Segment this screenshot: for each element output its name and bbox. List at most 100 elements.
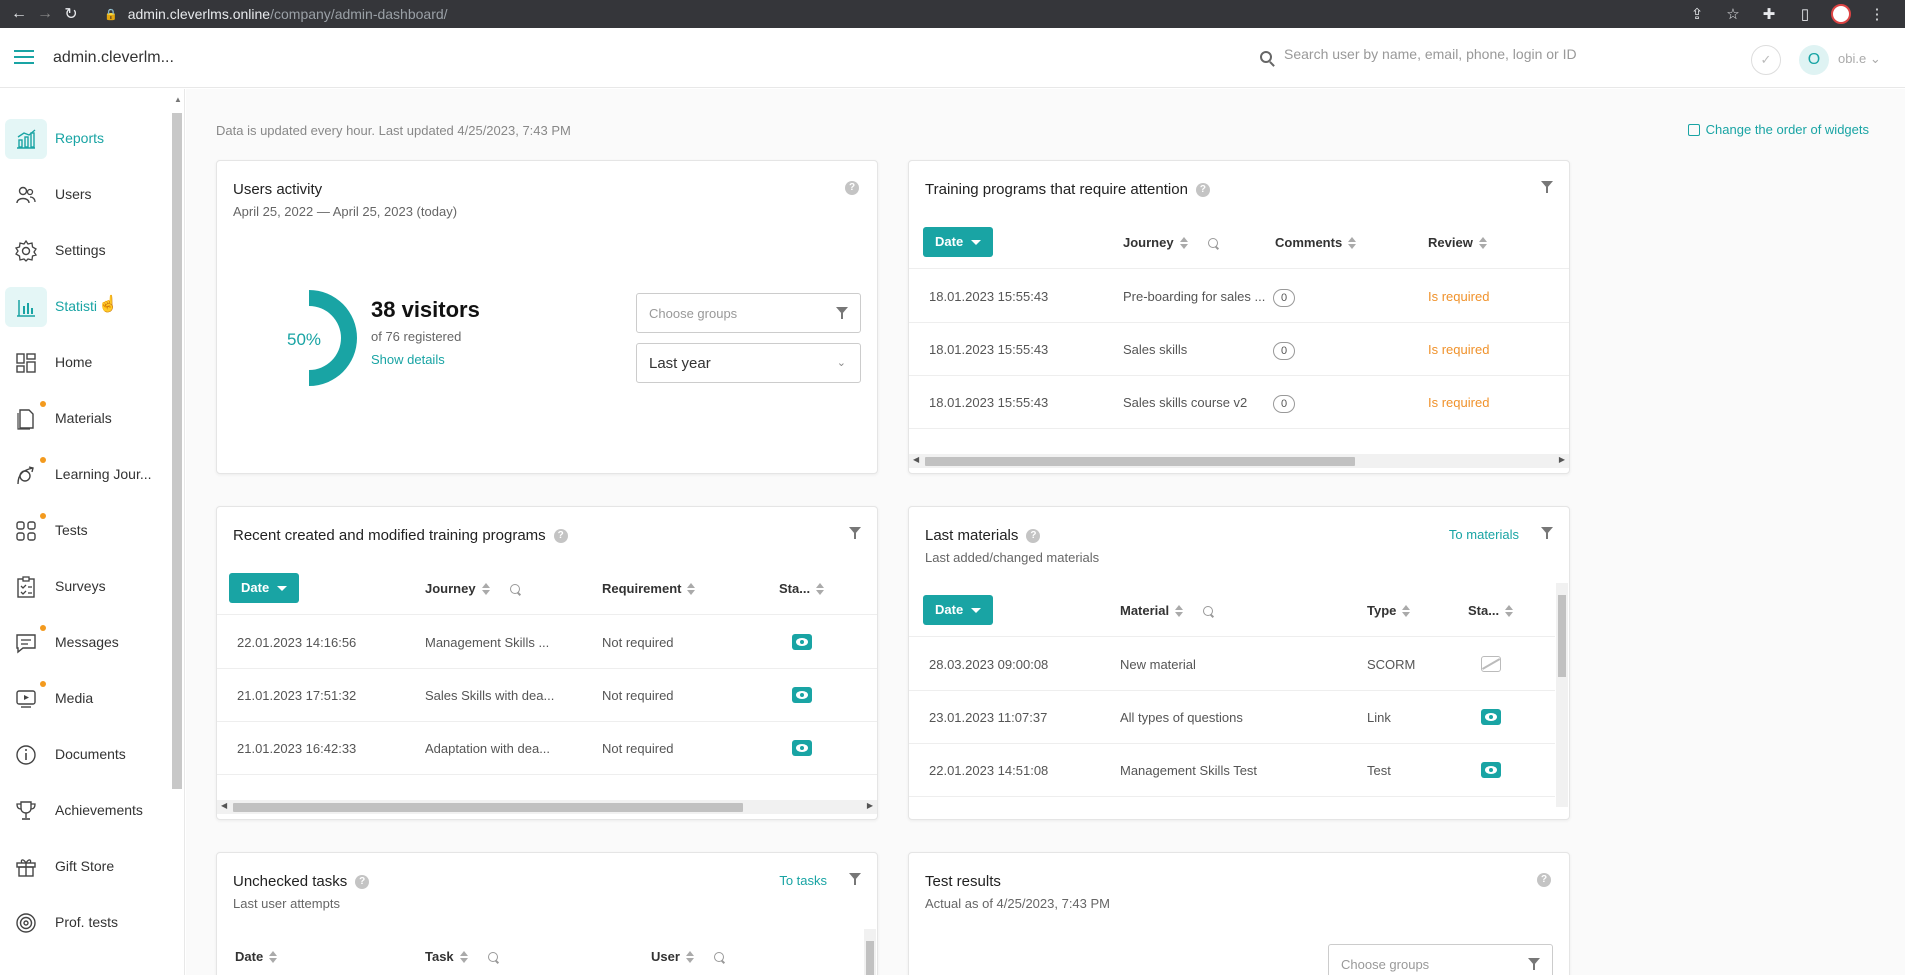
sidebar-item-documents[interactable]: Documents: [0, 732, 170, 778]
task-header[interactable]: Task: [425, 949, 498, 964]
date-sort-button[interactable]: Date: [229, 573, 300, 603]
date-header[interactable]: Date: [235, 949, 278, 964]
vertical-scrollbar[interactable]: [1556, 583, 1568, 807]
choose-groups-select[interactable]: Choose groups: [1328, 944, 1553, 975]
visible-eye-icon[interactable]: [792, 687, 812, 703]
sidebar-scrollbar[interactable]: [172, 113, 182, 789]
sort-icon[interactable]: [816, 582, 825, 595]
scrollbar-thumb[interactable]: [1558, 595, 1566, 677]
profile-avatar-icon[interactable]: [1831, 4, 1851, 24]
search-icon[interactable]: [509, 583, 520, 594]
help-icon[interactable]: ?: [1195, 182, 1210, 197]
search-input[interactable]: [1284, 46, 1584, 62]
filter-icon[interactable]: [1541, 181, 1553, 193]
sidebar-item-prof-tests[interactable]: Prof. tests: [0, 900, 170, 946]
visible-eye-icon[interactable]: [792, 634, 812, 650]
scroll-left-arrow-icon[interactable]: ◀: [913, 455, 919, 464]
type-header[interactable]: Type: [1367, 603, 1411, 618]
user-avatar[interactable]: O: [1799, 45, 1829, 75]
table-row[interactable]: 21.01.2023 17:51:32 Sales Skills with de…: [217, 669, 877, 722]
to-tasks-link[interactable]: To tasks: [779, 873, 827, 888]
help-icon[interactable]: ?: [355, 874, 370, 889]
sort-icon[interactable]: [685, 950, 694, 963]
bookmark-star-icon[interactable]: ☆: [1723, 5, 1743, 23]
help-icon[interactable]: ?: [1026, 528, 1041, 543]
menu-dots-icon[interactable]: ⋮: [1867, 5, 1887, 23]
scrollbar-thumb[interactable]: [233, 803, 743, 812]
comments-header[interactable]: Comments: [1275, 235, 1357, 250]
table-row[interactable]: 18.01.2023 15:55:43 Sales skills 0 Is re…: [909, 323, 1569, 376]
reload-icon[interactable]: ↻: [58, 4, 84, 24]
sidebar-panel-icon[interactable]: ▯: [1795, 5, 1815, 23]
sidebar-item-messages[interactable]: Messages: [0, 620, 170, 666]
journey-header[interactable]: Journey: [425, 581, 520, 596]
sort-icon[interactable]: [1348, 236, 1357, 249]
material-header[interactable]: Material: [1120, 603, 1214, 618]
search-icon[interactable]: [487, 951, 498, 962]
search-icon[interactable]: [1207, 237, 1218, 248]
search-icon[interactable]: [713, 951, 724, 962]
sort-icon[interactable]: [1179, 236, 1188, 249]
sort-icon[interactable]: [687, 582, 696, 595]
user-header[interactable]: User: [651, 949, 724, 964]
sidebar-item-tests[interactable]: Tests: [0, 508, 170, 554]
sort-icon[interactable]: [1402, 604, 1411, 617]
sidebar-item-surveys[interactable]: Surveys: [0, 564, 170, 610]
sidebar-item-settings[interactable]: Settings: [0, 228, 170, 274]
visible-eye-icon[interactable]: [1481, 762, 1501, 778]
scroll-right-arrow-icon[interactable]: ▶: [1559, 455, 1565, 464]
extensions-puzzle-icon[interactable]: ✚: [1759, 5, 1779, 23]
visible-eye-icon[interactable]: [1481, 709, 1501, 725]
sort-icon[interactable]: [481, 582, 490, 595]
sort-icon[interactable]: [1175, 604, 1184, 617]
horizontal-scrollbar[interactable]: ◀ ▶: [217, 800, 877, 814]
user-menu[interactable]: obi.e ⌄: [1838, 51, 1881, 67]
date-sort-button[interactable]: Date: [923, 595, 994, 625]
status-header[interactable]: Sta...: [1468, 603, 1514, 618]
filter-icon[interactable]: [1541, 527, 1553, 539]
share-icon[interactable]: ⇪: [1687, 5, 1707, 23]
status-header[interactable]: Sta...: [779, 581, 825, 596]
address-bar[interactable]: 🔒 admin.cleverlms.online/company/admin-d…: [104, 4, 448, 24]
choose-groups-select[interactable]: Choose groups: [636, 293, 861, 333]
show-details-link[interactable]: Show details: [371, 352, 445, 367]
sort-icon[interactable]: [1505, 604, 1514, 617]
visible-eye-icon[interactable]: [792, 740, 812, 756]
help-icon[interactable]: ?: [1537, 873, 1551, 887]
scroll-right-arrow-icon[interactable]: ▶: [867, 801, 873, 810]
forward-arrow-icon[interactable]: →: [32, 5, 58, 23]
check-circle-icon[interactable]: ✓: [1751, 45, 1781, 75]
table-row[interactable]: 22.01.2023 14:51:08 Management Skills Te…: [909, 744, 1555, 797]
change-order-link[interactable]: Change the order of widgets: [1687, 122, 1869, 137]
table-row[interactable]: 22.01.2023 14:16:56 Management Skills ..…: [217, 616, 877, 669]
sidebar-item-achievements[interactable]: Achievements: [0, 788, 170, 834]
scroll-left-arrow-icon[interactable]: ◀: [221, 801, 227, 810]
to-materials-link[interactable]: To materials: [1449, 527, 1519, 542]
vertical-scrollbar[interactable]: [864, 929, 876, 975]
search-icon[interactable]: [1203, 605, 1214, 616]
sort-icon[interactable]: [459, 950, 468, 963]
table-row[interactable]: 18.01.2023 15:55:43 Sales skills course …: [909, 376, 1569, 429]
sidebar-item-users[interactable]: Users: [0, 172, 170, 218]
scrollbar-thumb[interactable]: [866, 941, 874, 975]
sort-icon[interactable]: [1478, 236, 1487, 249]
scrollbar-thumb[interactable]: [925, 457, 1355, 466]
filter-icon[interactable]: [849, 873, 861, 885]
journey-header[interactable]: Journey: [1123, 235, 1218, 250]
sidebar-item-home[interactable]: Home: [0, 340, 170, 386]
hamburger-menu-icon[interactable]: [14, 50, 34, 64]
help-icon[interactable]: ?: [553, 528, 568, 543]
sidebar-item-media[interactable]: Media: [0, 676, 170, 722]
table-row[interactable]: 23.01.2023 11:07:37 All types of questio…: [909, 691, 1555, 744]
table-row[interactable]: 21.01.2023 16:42:33 Adaptation with dea.…: [217, 722, 877, 775]
back-arrow-icon[interactable]: ←: [6, 5, 32, 23]
review-header[interactable]: Review: [1428, 235, 1487, 250]
requirement-header[interactable]: Requirement: [602, 581, 696, 596]
sidebar-item-materials[interactable]: Materials: [0, 396, 170, 442]
sidebar-item-reports[interactable]: Reports: [0, 116, 170, 162]
horizontal-scrollbar[interactable]: ◀ ▶: [909, 454, 1569, 468]
table-row[interactable]: 28.03.2023 09:00:08 New material SCORM: [909, 638, 1555, 691]
sidebar-item-learning-journeys[interactable]: Learning Jour...: [0, 452, 170, 498]
hidden-eye-icon[interactable]: [1481, 656, 1501, 672]
date-sort-button[interactable]: Date: [923, 227, 994, 257]
